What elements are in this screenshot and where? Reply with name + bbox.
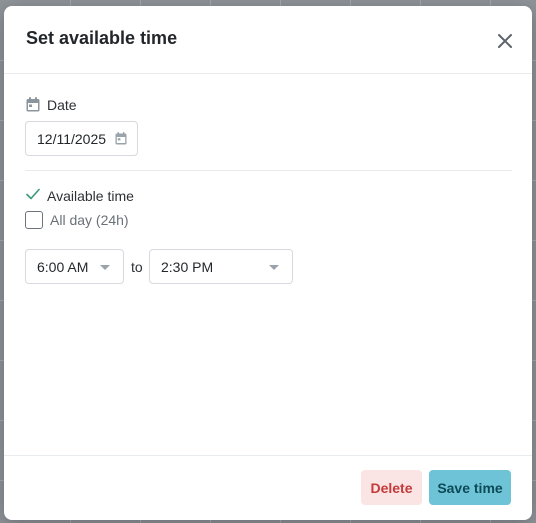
- all-day-checkbox[interactable]: [25, 211, 43, 229]
- all-day-option[interactable]: All day (24h): [25, 211, 129, 229]
- end-time-select[interactable]: 2:30 PM: [149, 249, 293, 284]
- start-time-select[interactable]: 6:00 AM: [25, 249, 124, 284]
- dialog-footer: Delete Save time: [4, 455, 532, 520]
- available-time-label: Available time: [47, 188, 134, 204]
- all-day-label: All day (24h): [50, 212, 129, 228]
- time-separator: to: [131, 259, 143, 275]
- date-value: 12/11/2025: [37, 130, 107, 147]
- start-time-value: 6:00 AM: [37, 258, 89, 275]
- save-time-button[interactable]: Save time: [429, 470, 511, 505]
- date-label: Date: [47, 97, 77, 113]
- close-icon: [498, 34, 512, 48]
- chevron-down-icon: [100, 265, 110, 270]
- dialog-title: Set available time: [26, 28, 178, 48]
- close-button[interactable]: [494, 30, 516, 52]
- section-divider: [25, 170, 512, 171]
- delete-button[interactable]: Delete: [361, 470, 422, 505]
- calendar-picker-icon[interactable]: [115, 132, 127, 145]
- dialog-header: Set available time: [4, 6, 532, 74]
- checkmark-icon: [26, 188, 40, 200]
- date-input[interactable]: 12/11/2025: [25, 121, 138, 156]
- calendar-icon: [26, 97, 40, 112]
- end-time-value: 2:30 PM: [161, 258, 214, 275]
- set-available-time-dialog: Set available time Date 12/11/2025 Avail…: [4, 6, 532, 520]
- chevron-down-icon: [269, 265, 279, 270]
